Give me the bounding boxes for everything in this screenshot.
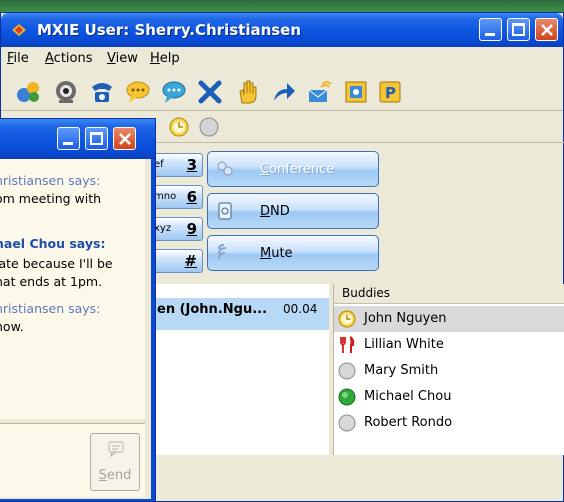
toolbar: P — [1, 71, 563, 111]
dialpad-key-3[interactable]: ef 3 — [151, 153, 203, 177]
offline-status-icon[interactable] — [199, 117, 219, 137]
conference-icon — [217, 161, 233, 176]
chat-message-line: hat ends at 1pm. — [0, 274, 103, 289]
chat-message-line: late because I'll be — [0, 256, 113, 271]
main-title-bar[interactable]: MXIE User: Sherry.Christiansen — [1, 13, 563, 47]
menu-bar: File Actions View Help — [1, 47, 563, 69]
chat-sender-line: hael Chou says: — [0, 236, 106, 251]
main-window-title: MXIE User: Sherry.Christiansen — [37, 21, 302, 39]
active-calls-panel: en (John.Ngu... 00.04 — [151, 284, 329, 455]
chat-body: hristiansen says: om meeting with hael C… — [0, 159, 151, 499]
chat-window: hristiansen says: om meeting with hael C… — [0, 118, 156, 502]
chat-transcript: hristiansen says: om meeting with hael C… — [0, 159, 145, 419]
dnd-icon — [218, 202, 232, 220]
close-button[interactable] — [535, 18, 558, 41]
menu-help[interactable]: Help — [150, 51, 180, 66]
dialpad-key-hash[interactable]: # — [151, 249, 203, 273]
dialpad-key-9[interactable]: xyz 9 — [151, 217, 203, 241]
send-button[interactable]: Send — [90, 433, 140, 491]
menu-actions[interactable]: Actions — [45, 51, 93, 66]
chat-close-button[interactable] — [113, 127, 136, 150]
call-duration: 00.04 — [283, 302, 318, 316]
camera-icon[interactable] — [53, 79, 79, 105]
chat-title-bar[interactable] — [0, 119, 155, 159]
chat-message-line: now. — [0, 319, 24, 334]
dnd-button[interactable]: DND — [207, 193, 379, 229]
notes-icon[interactable] — [343, 79, 369, 105]
dialpad-key-6[interactable]: mno 6 — [151, 185, 203, 209]
call-party-name: en (John.Ngu... — [157, 302, 268, 317]
conference-button[interactable]: Conference — [207, 151, 379, 187]
buddy-item[interactable]: John Nguyen — [334, 306, 564, 332]
presence-icon[interactable] — [15, 79, 41, 105]
away-status-icon — [338, 310, 356, 328]
menu-view[interactable]: View — [107, 51, 138, 66]
buddies-panel: Buddies John Nguyen Lillian White Mary S… — [333, 284, 564, 455]
online-status-icon — [338, 388, 356, 406]
svg-text:P: P — [385, 84, 396, 102]
minimize-button[interactable] — [479, 18, 502, 41]
offline-status-icon — [338, 414, 356, 432]
chat-sender-line: hristiansen says: — [0, 301, 101, 316]
buddy-item[interactable]: Mary Smith — [334, 358, 564, 384]
mute-button[interactable]: Mute — [207, 235, 379, 271]
p-icon[interactable]: P — [377, 79, 403, 105]
hangup-icon[interactable] — [197, 79, 223, 105]
clock-status-icon[interactable] — [169, 117, 189, 137]
group-chat-icon[interactable] — [161, 79, 187, 105]
send-icon — [108, 441, 124, 458]
phone-icon[interactable] — [89, 79, 115, 105]
dining-status-icon — [340, 336, 355, 353]
transfer-icon[interactable] — [271, 79, 297, 105]
buddy-item[interactable]: Lillian White — [334, 332, 564, 358]
voicemail-icon[interactable] — [307, 79, 333, 105]
buddies-header[interactable]: Buddies — [334, 284, 564, 304]
maximize-button[interactable] — [507, 18, 530, 41]
active-call-row[interactable]: en (John.Ngu... 00.04 — [151, 298, 329, 330]
dial-area: ef 3 mno 6 xyz 9 # Conference DND Mute — [151, 149, 564, 279]
chat-minimize-button[interactable] — [57, 127, 80, 150]
chat-maximize-button[interactable] — [85, 127, 108, 150]
buddy-item[interactable]: Robert Rondo — [334, 410, 564, 436]
menu-file[interactable]: File — [7, 51, 29, 66]
status-row — [151, 111, 564, 143]
offline-status-icon — [338, 362, 356, 380]
hold-hand-icon[interactable] — [235, 79, 261, 105]
buddy-item[interactable]: Michael Chou — [334, 384, 564, 410]
chat-sender-line: hristiansen says: — [0, 173, 101, 188]
chat-icon[interactable] — [125, 79, 151, 105]
mxie-app-icon — [12, 24, 26, 36]
chat-message-line: om meeting with — [0, 191, 102, 206]
mute-icon — [218, 244, 227, 260]
